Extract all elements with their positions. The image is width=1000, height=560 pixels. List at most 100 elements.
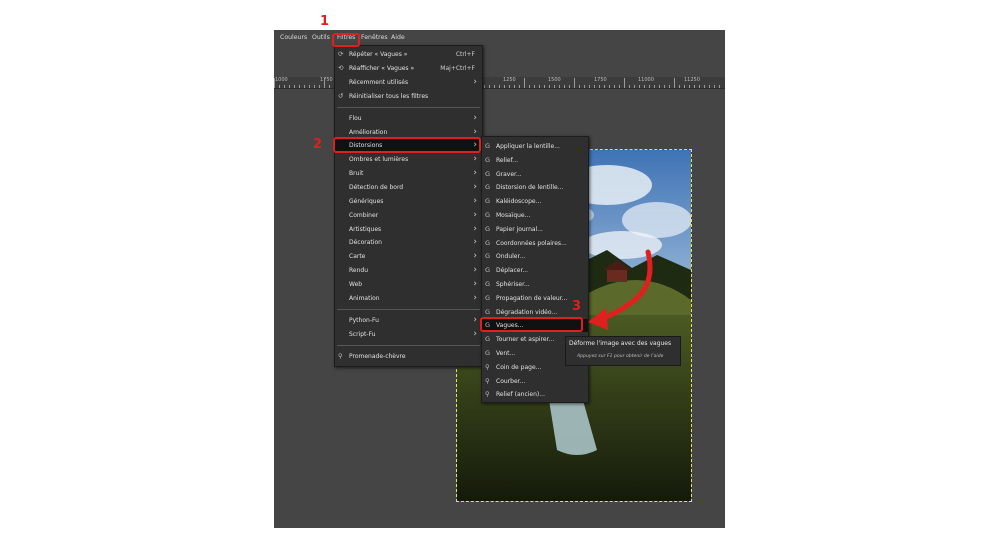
distortion-item[interactable]: G Distorsion de lentille... [482,181,588,194]
menu-item-combiner[interactable]: Combiner › [335,209,482,222]
ruler-tick [539,85,540,88]
ruler-label: 11250 [684,77,700,83]
callout-box-distorsions [333,137,481,153]
menu-item-bruit[interactable]: Bruit › [335,167,482,180]
gegl-icon: G [485,238,491,247]
chevron-right-icon: › [473,224,477,234]
menu-item-label: Propagation de valeur... [496,294,568,302]
distortion-item[interactable]: G Kaléidoscope... [482,195,588,208]
chevron-right-icon: › [473,182,477,192]
distortion-item[interactable]: ⚲ Relief (ancien)... [482,388,588,401]
distortion-item[interactable]: G Graver... [482,168,588,181]
ruler-tick [554,85,555,88]
menu-outils[interactable]: Outils [312,32,330,44]
menu-item-label: Réafficher « Vagues » [349,65,415,72]
menu-item-label: Vent... [496,350,516,357]
ruler-tick [324,78,325,88]
ruler-label: 1750 [594,77,607,83]
ruler-tick [529,85,530,88]
menu-item-detection-bord[interactable]: Détection de bord › [335,181,482,194]
menu-item-label: Python-Fu [349,317,379,324]
distortion-item[interactable]: G Appliquer la lentille... [482,140,588,153]
menu-item-generiques[interactable]: Génériques › [335,195,482,208]
filter-plugin-icon: ⚲ [485,376,490,385]
chevron-right-icon: › [473,265,477,275]
menu-aide[interactable]: Aide [391,32,405,44]
menu-item-ombres[interactable]: Ombres et lumières › [335,153,482,166]
ruler-tick [504,85,505,88]
menu-item-label: Déplacer... [496,267,529,275]
distortion-item[interactable]: G Coordonnées polaires... [482,237,588,250]
menu-item-reshow-vagues[interactable]: ⟲ Réafficher « Vagues » Maj+Ctrl+F [335,62,482,75]
distortion-item[interactable]: ⚲ Courber... [482,375,588,388]
menu-item-carte[interactable]: Carte › [335,250,482,263]
filter-plugin-icon: ⚲ [485,390,490,399]
distortion-item[interactable]: G Sphériser... [482,278,588,291]
distortion-item[interactable]: G Onduler... [482,250,588,263]
gegl-icon: G [485,155,491,164]
menu-item-label: Combiner [349,212,379,219]
menu-fenetres[interactable]: Fenêtres [361,32,388,44]
ruler-tick [704,85,705,88]
gegl-icon: G [485,183,491,192]
gegl-icon: G [485,224,491,233]
distortion-item[interactable]: G Papier journal... [482,223,588,236]
ruler-tick [669,85,670,88]
chevron-right-icon: › [473,251,477,261]
ruler-tick [309,85,310,88]
gegl-icon: G [485,197,491,206]
ruler-tick [329,85,330,88]
menu-item-rendu[interactable]: Rendu › [335,264,482,277]
ruler-tick [604,85,605,88]
callout-box-filtres [332,33,360,47]
menu-item-label: Distorsion de lentille... [496,184,564,192]
menu-item-repeat-vagues[interactable]: ⟳ Répéter « Vagues » Ctrl+F [335,48,482,61]
menu-item-label: Artistiques [349,226,382,233]
ruler-label: 11000 [638,77,654,83]
menu-item-label: Onduler... [496,253,526,261]
ruler-tick [544,85,545,88]
menu-separator [337,309,480,310]
ruler-tick [584,85,585,88]
menu-item-artistiques[interactable]: Artistiques › [335,223,482,236]
ruler-tick [684,85,685,88]
ruler-tick [579,85,580,88]
menu-item-label: Ombres et lumières [349,156,409,163]
callout-number: 1 [320,14,330,29]
menu-item-reset-filters[interactable]: ↺ Réinitialiser tous les filtres [335,90,482,103]
menu-item-flou[interactable]: Flou › [335,112,482,125]
distortion-item[interactable]: G Relief... [482,154,588,167]
menu-item-label: Sphériser... [496,281,530,288]
menu-item-label: Récemment utilisés [349,79,409,86]
ruler-tick [484,85,485,88]
chevron-right-icon: › [473,315,477,325]
menu-item-promenade-chevre[interactable]: ⚲ Promenade-chèvre [335,350,482,363]
shortcut-label: Maj+Ctrl+F [440,65,475,72]
menu-item-label: Génériques [349,198,384,205]
menu-couleurs[interactable]: Couleurs [280,32,307,44]
ruler-tick [564,85,565,88]
chevron-right-icon: › [473,77,477,87]
ruler-tick [614,85,615,88]
gegl-icon: G [485,266,491,275]
gegl-icon: G [485,211,491,219]
ruler-tick [549,85,550,88]
menu-item-web[interactable]: Web › [335,278,482,291]
menu-item-label: Papier journal... [496,225,543,233]
menu-item-script-fu[interactable]: Script-Fu › [335,328,482,341]
menu-item-decoration[interactable]: Décoration › [335,236,482,249]
ruler-tick [574,78,575,88]
distortion-item[interactable]: G Déplacer... [482,264,588,277]
shortcut-label: Ctrl+F [455,51,475,58]
tooltip-text: Déforme l'image avec des vagues [569,340,672,347]
ruler-tick [299,85,300,88]
menu-item-animation[interactable]: Animation › [335,292,482,305]
ruler-tick [569,85,570,88]
gegl-icon: G [485,252,491,261]
callout-number: 2 [313,137,323,152]
ruler-tick [294,85,295,88]
menu-item-label: Répéter « Vagues » [349,51,408,58]
menu-item-recent[interactable]: Récemment utilisés › [335,76,482,89]
distortion-item[interactable]: G Mosaïque... [482,209,588,222]
menu-item-python-fu[interactable]: Python-Fu › [335,314,482,327]
